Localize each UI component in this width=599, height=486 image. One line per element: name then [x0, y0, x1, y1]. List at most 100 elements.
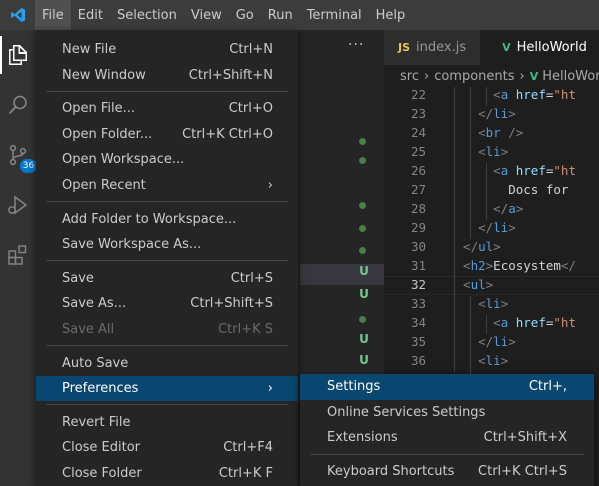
code-line: 32 <ul>: [384, 275, 599, 294]
keyboard-shortcut: Ctrl+Shift+N: [188, 67, 273, 83]
source-control-badge: 36: [20, 159, 37, 173]
menu-help[interactable]: Help: [369, 0, 413, 30]
menu-terminal[interactable]: Terminal: [300, 0, 369, 30]
code-token: li: [493, 334, 509, 349]
menu-go[interactable]: Go: [229, 0, 261, 30]
line-number: 28: [410, 201, 426, 216]
tab-helloworld[interactable]: V HelloWorld: [480, 30, 599, 65]
menu-item-revert-file[interactable]: Revert File: [36, 410, 298, 435]
git-modified-dot: [359, 138, 366, 145]
code-line: 28 </a>: [384, 199, 599, 218]
code-token: li: [485, 144, 501, 159]
keyboard-shortcut: Ctrl+,: [528, 379, 567, 395]
menu-item-open-file[interactable]: Open File... Ctrl+O: [36, 96, 298, 121]
tab-index-js[interactable]: JS index.js: [384, 30, 481, 65]
breadcrumb-item[interactable]: HelloWorld: [542, 69, 599, 84]
menu-item-settings[interactable]: Settings Ctrl+,: [300, 374, 594, 400]
breadcrumb-item[interactable]: src: [400, 69, 419, 84]
code-text: <h2>Ecosystem</: [448, 256, 576, 275]
more-actions-icon[interactable]: ···: [348, 37, 364, 53]
menu-separator: [46, 260, 288, 262]
code-line: 35 </li>: [384, 332, 599, 351]
code-token: />: [500, 125, 524, 140]
menu-separator: [46, 91, 288, 93]
tab-label: HelloWorld: [516, 40, 587, 55]
menu-item-label: Extensions: [327, 430, 398, 446]
code-token: a: [508, 201, 516, 216]
menu-item-online-services-settings[interactable]: Online Services Settings: [300, 400, 594, 426]
code-token: br: [485, 125, 501, 140]
menu-item-save-workspace-as[interactable]: Save Workspace As...: [36, 232, 298, 257]
menu-item-save[interactable]: Save Ctrl+S: [36, 266, 298, 291]
chevron-right-icon: ›: [267, 380, 273, 396]
menu-file[interactable]: File: [35, 0, 71, 30]
code-token: >: [508, 334, 516, 349]
code-token: "ht: [553, 315, 576, 330]
menu-item-close-editor[interactable]: Close Editor Ctrl+F4: [36, 435, 298, 460]
menu-item-keyboard-shortcuts[interactable]: Keyboard Shortcuts Ctrl+K Ctrl+S: [300, 459, 594, 485]
code-token: <: [448, 163, 501, 178]
files-icon[interactable]: [0, 30, 36, 80]
menu-item-add-folder-to-workspace[interactable]: Add Folder to Workspace...: [36, 206, 298, 231]
git-modified-dot: [359, 157, 366, 164]
git-modified-dot: [359, 225, 366, 232]
menu-item-save-as[interactable]: Save As... Ctrl+Shift+S: [36, 291, 298, 316]
menu-run[interactable]: Run: [261, 0, 300, 30]
line-number: 22: [410, 87, 426, 102]
code-token: </: [448, 201, 509, 216]
code-token: li: [493, 220, 509, 235]
code-token: >: [500, 296, 509, 311]
search-icon[interactable]: [0, 80, 36, 130]
source-control-icon[interactable]: 36: [0, 130, 37, 180]
code-token: >: [500, 144, 509, 159]
menu-view[interactable]: View: [184, 0, 229, 30]
code-line: 26 <a href="ht: [384, 161, 599, 180]
code-token: ul: [470, 277, 486, 292]
code-token: </: [448, 334, 494, 349]
title-bar: File Edit Selection View Go Run Terminal Help: [0, 0, 599, 30]
menu-item-new-window[interactable]: New Window Ctrl+Shift+N: [36, 62, 298, 87]
extensions-icon[interactable]: [0, 230, 36, 280]
menu-item-label: Settings: [327, 379, 381, 395]
chevron-right-icon: ›: [267, 177, 273, 193]
code-token: li: [485, 296, 501, 311]
menu-item-preferences[interactable]: Preferences ›: [36, 375, 298, 402]
menu-item-close-folder[interactable]: Close Folder Ctrl+K F: [36, 461, 298, 486]
code-line: 30 </ul>: [384, 237, 599, 256]
code-line: 31 <h2>Ecosystem</: [384, 256, 599, 275]
code-line: 34 <a href="ht: [384, 313, 599, 332]
code-token: <: [448, 87, 501, 102]
code-token: >: [493, 239, 501, 254]
code-line: 22 <a href="ht: [384, 87, 599, 104]
keyboard-shortcut: Ctrl+Shift+S: [190, 296, 273, 312]
git-modified-dot: [359, 247, 366, 254]
line-number: 33: [410, 296, 426, 311]
code-text: </li>: [448, 332, 516, 351]
menu-item-open-folder[interactable]: Open Folder... Ctrl+K Ctrl+O: [36, 122, 298, 147]
menu-item-save-all[interactable]: Save All Ctrl+K S: [36, 317, 298, 342]
chevron-right-icon: ›: [423, 68, 430, 84]
line-number: 23: [410, 106, 426, 121]
code-token: <: [448, 296, 486, 311]
code-token: li: [493, 106, 509, 121]
menu-item-label: Close Folder: [62, 465, 142, 481]
menu-item-extensions[interactable]: Extensions Ctrl+Shift+X: [300, 425, 594, 451]
code-token: ul: [478, 239, 494, 254]
menu-edit[interactable]: Edit: [71, 0, 110, 30]
git-untracked-marker: U: [359, 332, 369, 346]
activity-bar: 36: [0, 30, 37, 486]
menu-item-open-recent[interactable]: Open Recent ›: [36, 173, 298, 198]
menu-selection[interactable]: Selection: [110, 0, 184, 30]
menu-item-new-file[interactable]: New File Ctrl+N: [36, 37, 298, 62]
menu-item-auto-save[interactable]: Auto Save: [36, 350, 298, 375]
run-debug-icon[interactable]: [0, 180, 36, 230]
keyboard-shortcut: Ctrl+O: [228, 101, 273, 117]
line-number: 26: [410, 163, 426, 178]
menu-item-open-workspace[interactable]: Open Workspace...: [36, 147, 298, 172]
code-token: <: [448, 353, 486, 368]
menu-item-label: Keyboard Shortcuts: [327, 463, 455, 479]
breadcrumb-item[interactable]: components: [434, 69, 514, 84]
keyboard-shortcut: Ctrl+F4: [223, 440, 273, 456]
git-modified-dot: [359, 202, 366, 209]
line-number: 35: [410, 334, 426, 349]
